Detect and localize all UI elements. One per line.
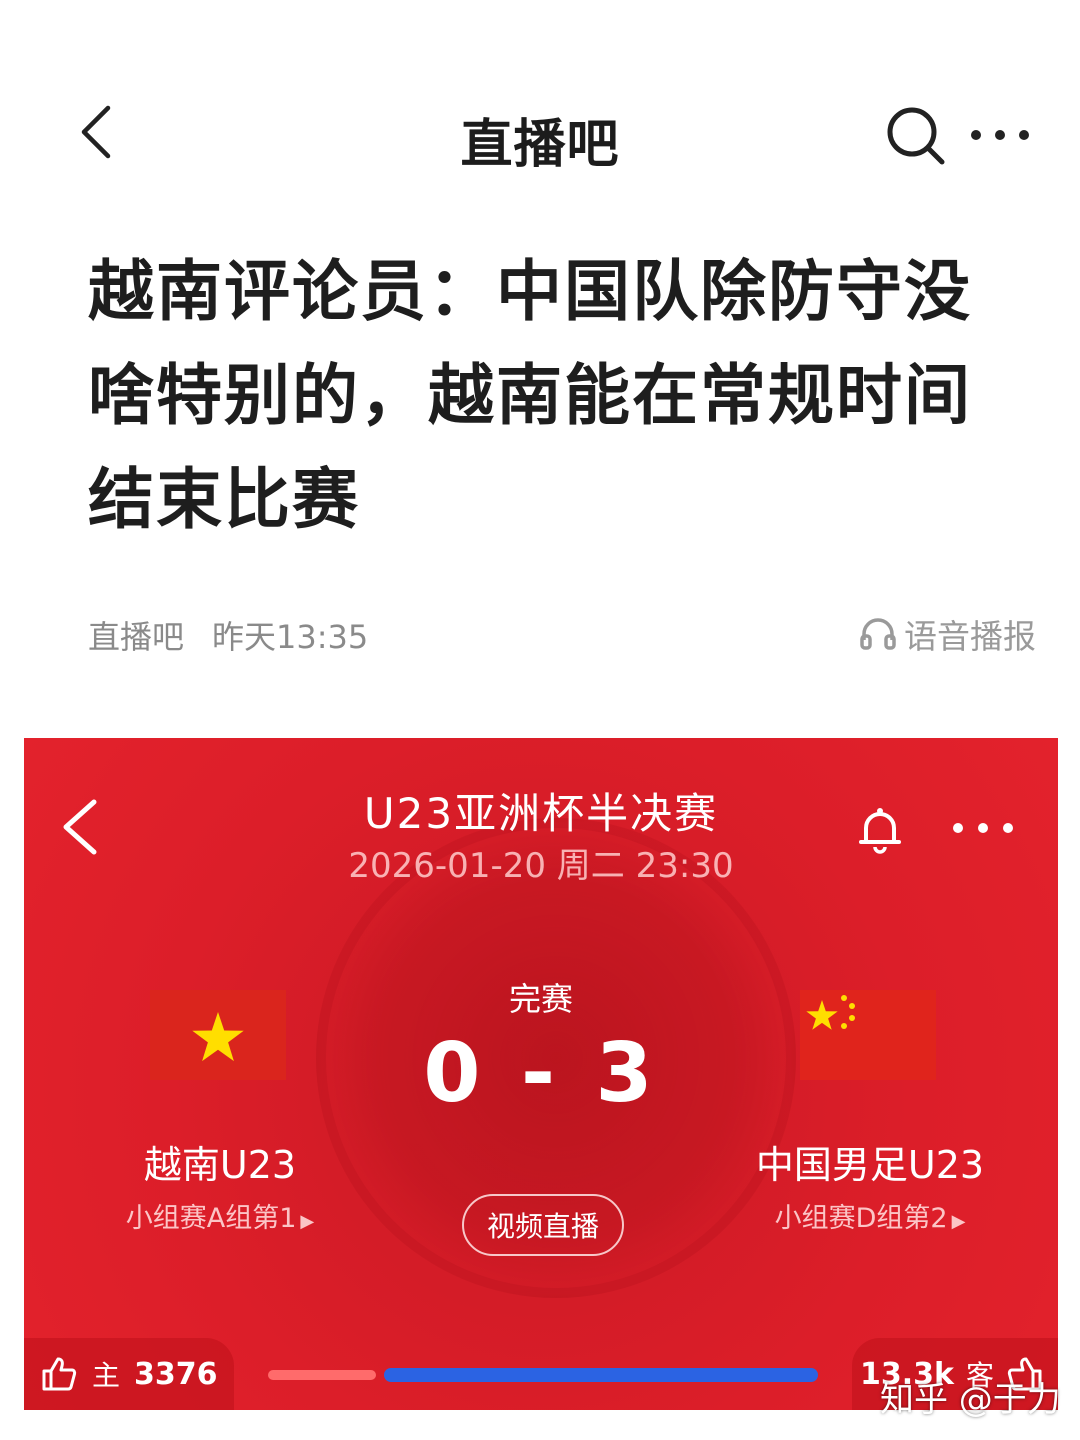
home-vote-button[interactable]: 主 3376 [24, 1338, 234, 1410]
article-headline: 越南评论员：中国队除防守没啥特别的，越南能在常规时间结束比赛 [88, 253, 972, 538]
home-team-rank[interactable]: 小组赛A组第1 ▶ [70, 1196, 370, 1235]
headphones-icon [860, 618, 896, 650]
home-team-name[interactable]: 越南U23 [70, 1134, 370, 1189]
home-vote-count: 3376 [134, 1356, 218, 1392]
video-live-button[interactable]: 视频直播 [462, 1194, 624, 1256]
away-team-rank[interactable]: 小组赛D组第2 ▶ [720, 1196, 1020, 1235]
match-card[interactable]: U23亚洲杯半决赛 2026-01-20 周二 23:30 完赛 0 - 3 越… [24, 738, 1058, 1410]
top-nav: 直播吧 [0, 80, 1080, 190]
zhihu-watermark: 知乎 @于力 [880, 1380, 1061, 1420]
more-options-icon[interactable] [964, 110, 1036, 160]
away-team-name[interactable]: 中国男足U23 [720, 1134, 1020, 1189]
caret-right-icon: ▶ [300, 1211, 315, 1232]
away-vote-bar [384, 1368, 818, 1382]
article-source[interactable]: 直播吧 [88, 612, 184, 658]
match-score: 0 - 3 [423, 1026, 659, 1121]
match-status: 完赛 [508, 980, 573, 1018]
search-icon[interactable] [884, 104, 948, 168]
caret-right-icon: ▶ [951, 1211, 966, 1232]
bell-icon[interactable] [852, 802, 908, 858]
thumbs-up-icon [42, 1357, 77, 1391]
audio-broadcast-label: 语音播报 [904, 617, 1036, 656]
home-vote-label: 主 [92, 1359, 121, 1392]
card-more-options-icon[interactable] [948, 808, 1018, 848]
audio-broadcast-button[interactable]: 语音播报 [858, 610, 1036, 658]
article-meta: 直播吧 昨天13:35 [88, 612, 368, 658]
home-team-rank-label: 小组赛A组第1 [125, 1203, 297, 1234]
away-team-rank-label: 小组赛D组第2 [774, 1203, 948, 1234]
article-time: 昨天13:35 [212, 618, 369, 656]
home-vote-bar [268, 1370, 376, 1380]
